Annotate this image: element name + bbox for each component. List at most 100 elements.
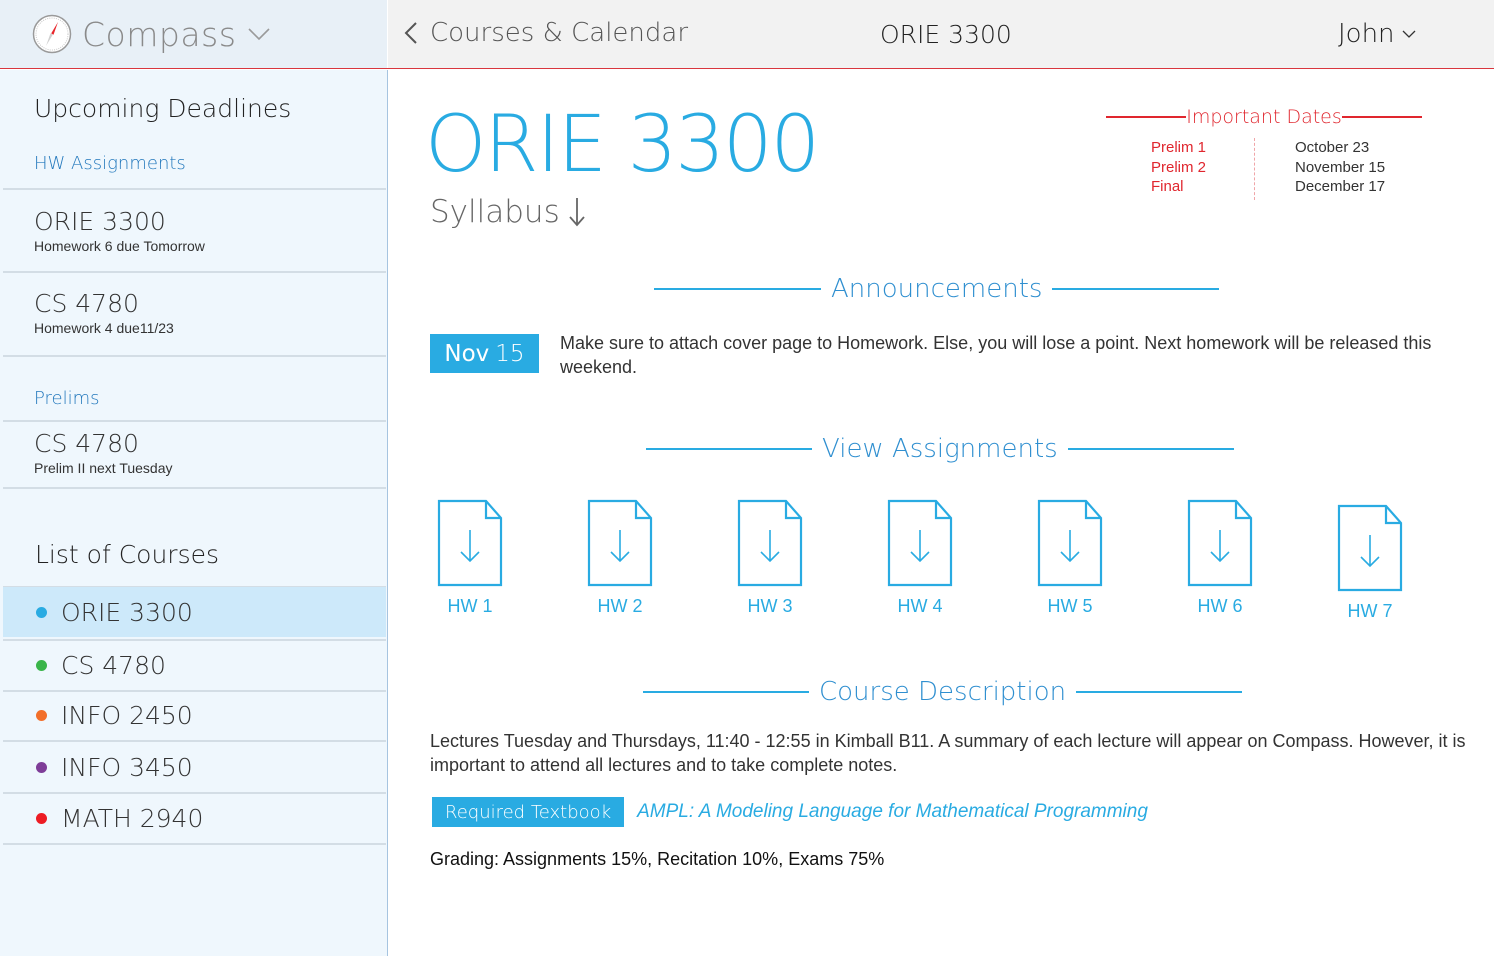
hw-assignments-heading: HW Assignments — [34, 153, 186, 174]
divider — [3, 355, 386, 357]
course-item[interactable]: ORIE 3300 — [3, 587, 386, 637]
date-value: October 23 — [1295, 139, 1370, 156]
main-content: ORIE 3300 Syllabus Important Dates Preli… — [389, 70, 1494, 956]
important-dates: Important Dates Prelim 1 October 23 Preli… — [1106, 106, 1422, 200]
course-color-dot — [36, 812, 47, 824]
divider — [3, 188, 386, 190]
deadline-course: ORIE 3300 — [34, 207, 166, 236]
course-description-header: Course Description — [643, 677, 1243, 707]
divider — [646, 448, 812, 450]
back-label: Courses & Calendar — [430, 18, 689, 48]
file-download-icon — [587, 499, 653, 587]
textbook-row: Required Textbook AMPL: A Modeling Langu… — [432, 797, 1148, 827]
back-button[interactable]: Courses & Calendar — [404, 18, 688, 48]
announcement-date-badge: Nov 15 — [430, 334, 539, 373]
assignment-download-button[interactable]: HW 3 — [725, 498, 815, 617]
syllabus-label: Syllabus — [430, 194, 560, 230]
assignment-download-button[interactable]: HW 1 — [425, 498, 515, 617]
user-name: John — [1338, 19, 1395, 49]
course-color-dot — [36, 761, 47, 773]
divider — [1341, 116, 1422, 118]
date-event: Final — [1151, 178, 1184, 195]
course-label: INFO 3450 — [61, 752, 193, 782]
nav-bar: Courses & Calendar ORIE 3300 John — [388, 0, 1494, 68]
course-color-dot — [36, 709, 47, 721]
announcement-day: 15 — [495, 340, 525, 367]
course-label: ORIE 3300 — [61, 597, 193, 627]
deadline-item[interactable]: ORIE 3300 Homework 6 due Tomorrow — [3, 207, 386, 255]
assignment-label: HW 2 — [597, 596, 643, 616]
syllabus-download-link[interactable]: Syllabus — [430, 194, 586, 230]
date-event: Prelim 2 — [1151, 158, 1207, 176]
chevron-left-icon — [404, 22, 417, 44]
deadline-item[interactable]: CS 4780 Homework 4 due11/23 — [3, 289, 386, 337]
assignment-label: HW 3 — [747, 596, 793, 616]
file-download-icon — [437, 499, 503, 587]
prelims-heading: Prelims — [34, 388, 100, 409]
file-download-icon — [1187, 499, 1253, 587]
announcement-month: Nov — [444, 340, 490, 367]
assignment-label: HW 4 — [897, 596, 943, 616]
course-title: ORIE 3300 — [425, 100, 820, 190]
assignment-download-button[interactable]: HW 5 — [1025, 498, 1115, 617]
course-color-dot — [36, 659, 47, 671]
app-name: Compass — [82, 14, 237, 54]
divider — [1067, 448, 1234, 450]
assignment-label: HW 5 — [1047, 596, 1093, 616]
divider — [1076, 691, 1243, 693]
course-label: CS 4780 — [61, 650, 166, 680]
date-value: December 17 — [1295, 178, 1386, 195]
file-download-icon — [1037, 499, 1103, 587]
compass-icon — [32, 14, 72, 54]
deadline-note: Homework 4 due11/23 — [34, 320, 174, 336]
assignments-header: View Assignments — [646, 434, 1234, 464]
assignment-label: HW 7 — [1347, 601, 1393, 621]
deadline-note: Prelim II next Tuesday — [34, 460, 173, 476]
upcoming-deadlines-heading: Upcoming Deadlines — [34, 94, 292, 123]
app-switcher[interactable]: Compass — [0, 0, 387, 68]
divider — [1052, 288, 1220, 290]
important-dates-heading: Important Dates — [1186, 106, 1342, 128]
arrow-down-icon — [569, 198, 585, 227]
file-download-icon — [1337, 504, 1403, 592]
course-description-text: Lectures Tuesday and Thursdays, 11:40 - … — [430, 731, 1466, 775]
divider — [1106, 116, 1186, 118]
top-bar: Compass Courses & Calendar ORIE 3300 Joh… — [0, 0, 1494, 69]
date-row: Prelim 1 October 23 — [1151, 138, 1369, 158]
assignment-download-button[interactable]: HW 7 — [1325, 503, 1415, 622]
date-event: Prelim 1 — [1151, 139, 1207, 156]
course-label: INFO 2450 — [61, 700, 193, 730]
assignment-download-button[interactable]: HW 6 — [1175, 498, 1265, 617]
chevron-down-icon — [248, 28, 271, 41]
date-row: Final December 17 — [1151, 177, 1385, 197]
file-download-icon — [887, 499, 953, 587]
course-color-dot — [36, 606, 47, 618]
course-item[interactable]: INFO 2450 — [3, 690, 386, 740]
divider — [654, 288, 821, 290]
sidebar: Upcoming Deadlines HW Assignments ORIE 3… — [0, 70, 388, 956]
textbook-link[interactable]: AMPL: A Modeling Language for Mathematic… — [637, 801, 1148, 823]
course-item[interactable]: MATH 2940 — [3, 793, 386, 843]
course-item[interactable]: INFO 3450 — [3, 742, 386, 792]
file-download-icon — [737, 499, 803, 587]
assignment-label: HW 1 — [447, 596, 493, 616]
user-menu[interactable]: John — [1338, 19, 1416, 49]
assignment-label: HW 6 — [1197, 596, 1243, 616]
important-dates-header: Important Dates — [1106, 106, 1422, 128]
divider — [3, 843, 386, 845]
announcement-text: Make sure to attach cover page to Homewo… — [560, 333, 1432, 377]
deadline-course: CS 4780 — [34, 429, 139, 458]
required-textbook-badge: Required Textbook — [432, 797, 625, 827]
assignment-download-button[interactable]: HW 4 — [875, 498, 965, 617]
divider — [3, 271, 386, 273]
list-of-courses-heading: List of Courses — [35, 540, 219, 569]
assignment-download-button[interactable]: HW 2 — [575, 498, 665, 617]
chevron-down-icon — [1402, 30, 1416, 38]
course-item[interactable]: CS 4780 — [3, 640, 386, 690]
grading-text: Grading: Assignments 15%, Recitation 10%… — [430, 849, 885, 869]
divider — [3, 487, 386, 489]
date-value: November 15 — [1295, 158, 1386, 176]
page-title: ORIE 3300 — [880, 20, 1012, 49]
assignments-heading: View Assignments — [822, 434, 1058, 464]
deadline-item[interactable]: CS 4780 Prelim II next Tuesday — [3, 429, 386, 477]
